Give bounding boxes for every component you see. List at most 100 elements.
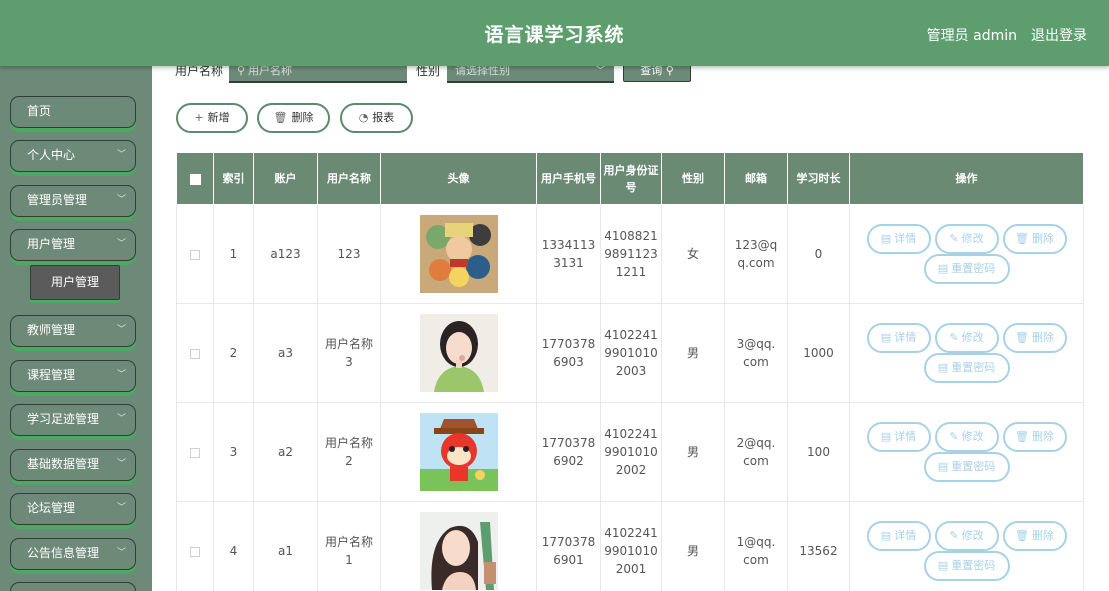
sidebar-item-label: 论坛管理 [27, 501, 76, 515]
cell-avatar [380, 204, 537, 304]
cell-username: 用户名称 2 [317, 402, 381, 502]
cell-idcard: 4102241 9901010 2003 [600, 303, 662, 403]
sidebar-item-admin-management[interactable]: 管理员管理 ﹀ [10, 185, 136, 217]
cell-index: 2 [213, 303, 254, 403]
table-row: 2 a3 用户名称 3 1770378 6903 4102241 9901010 200… [176, 303, 1084, 403]
sidebar-item-label: 个人中心 [27, 148, 76, 162]
delete-button[interactable]: 🗑 删除 [1002, 521, 1067, 551]
reset-password-label: 重置密码 [951, 262, 996, 275]
row-checkbox[interactable] [190, 249, 200, 260]
cell-idcard: 4108821 9891123 1211 [600, 204, 662, 304]
sidebar: 首页 个人中心 ﹀ 管理员管理 ﹀ 用户管理 ﹀ 用户管理 教师管理 ﹀ 课程管理 ﹀ 学… [0, 66, 152, 591]
sidebar-item-notice[interactable]: 公告信息管理 ﹀ [10, 538, 136, 570]
cell-phone: 1334113 3131 [536, 204, 601, 304]
delete-button[interactable]: 🗑 删除 [1002, 323, 1067, 353]
cell-account: a1 [253, 501, 318, 591]
delete-label: 删除 [1031, 331, 1054, 344]
cell-index: 4 [213, 501, 254, 591]
cell-email: 3@qq. com [724, 303, 788, 403]
sidebar-item-label: 公告信息管理 [27, 546, 100, 560]
column-header-email: 邮箱 [724, 152, 788, 205]
edit-label: 修改 [961, 232, 984, 245]
logout-link[interactable]: 退出登录 [1031, 25, 1087, 45]
chevron-down-icon: ﹀ [116, 195, 126, 205]
detail-button[interactable]: ▤ 详情 [866, 224, 931, 254]
sidebar-item-label: 管理员管理 [27, 193, 88, 207]
chevron-down-icon: ﹀ [116, 239, 126, 249]
detail-button[interactable]: ▤ 详情 [866, 422, 931, 452]
chevron-down-icon: ﹀ [116, 325, 126, 335]
delete-label: 删除 [291, 111, 314, 124]
edit-button[interactable]: ✎ 修改 [934, 422, 999, 452]
row-select-cell[interactable] [176, 402, 214, 502]
sidebar-item-course-management[interactable]: 课程管理 ﹀ [10, 360, 136, 392]
add-button[interactable]: + 新增 [176, 103, 248, 133]
sidebar-item-study-trace[interactable]: 学习足迹管理 ﹀ [10, 404, 136, 436]
detail-label: 详情 [894, 232, 917, 245]
edit-label: 修改 [961, 331, 984, 344]
sidebar-item-forum[interactable]: 论坛管理 ﹀ [10, 493, 136, 525]
row-select-cell[interactable] [176, 204, 214, 304]
cell-phone: 1770378 6901 [536, 501, 601, 591]
sidebar-item-label: 基础数据管理 [27, 457, 100, 471]
row-checkbox[interactable] [190, 348, 200, 359]
edit-label: 修改 [961, 529, 984, 542]
sidebar-item-more[interactable] [10, 582, 136, 591]
report-button[interactable]: ◔ 报表 [340, 103, 413, 133]
table-row: 1 a123 123 1334113 3131 4108821 9891123 121… [176, 204, 1084, 304]
cell-account: a123 [253, 204, 318, 304]
select-all-checkbox[interactable] [189, 173, 201, 185]
reset-password-button[interactable]: ▤ 重置密码 [923, 353, 1010, 383]
illustrated-woman-icon [419, 512, 498, 590]
reset-password-button[interactable]: ▤ 重置密码 [923, 551, 1010, 581]
chevron-down-icon: ﹀ [116, 503, 126, 513]
cell-email: 1@qq. com [724, 501, 788, 591]
document-icon: ▤ [880, 331, 892, 344]
cell-idcard: 4102241 9901010 2001 [600, 501, 662, 591]
detail-label: 详情 [894, 331, 917, 344]
detail-button[interactable]: ▤ 详情 [866, 521, 931, 551]
edit-button[interactable]: ✎ 修改 [934, 521, 999, 551]
sidebar-item-label: 首页 [27, 104, 52, 118]
column-header-gender: 性别 [661, 152, 725, 205]
row-select-cell[interactable] [176, 501, 214, 591]
sidebar-item-personal-center[interactable]: 个人中心 ﹀ [10, 140, 136, 172]
pencil-icon: ✎ [949, 529, 959, 542]
document-icon: ▤ [937, 460, 949, 473]
chevron-down-icon: ﹀ [116, 370, 126, 380]
row-select-cell[interactable] [176, 303, 214, 403]
cell-duration: 0 [787, 204, 850, 304]
delete-button[interactable]: 🗑 删除 [1002, 422, 1067, 452]
reset-password-button[interactable]: ▤ 重置密码 [923, 452, 1010, 482]
row-checkbox[interactable] [190, 447, 200, 458]
reset-password-button[interactable]: ▤ 重置密码 [923, 254, 1010, 284]
edit-label: 修改 [961, 430, 984, 443]
sidebar-item-home[interactable]: 首页 [10, 96, 136, 128]
column-header-phone: 用户手机号 [536, 152, 601, 205]
chevron-down-icon: ﹀ [116, 414, 126, 424]
detail-button[interactable]: ▤ 详情 [866, 323, 931, 353]
sidebar-item-base-data[interactable]: 基础数据管理 ﹀ [10, 449, 136, 481]
edit-button[interactable]: ✎ 修改 [934, 323, 999, 353]
add-label: 新增 [207, 111, 230, 124]
cell-index: 1 [213, 204, 254, 304]
current-user-label: 管理员 admin [926, 28, 1017, 44]
batch-delete-button[interactable]: 🗑 删除 [257, 103, 330, 133]
cell-username: 123 [317, 204, 381, 304]
sidebar-subitem-user-management[interactable]: 用户管理 [30, 265, 120, 300]
pie-chart-icon: ◔ [358, 111, 369, 124]
trash-icon: 🗑 [273, 111, 288, 124]
delete-label: 删除 [1031, 430, 1054, 443]
edit-button[interactable]: ✎ 修改 [934, 224, 999, 254]
select-all-cell[interactable] [176, 152, 214, 205]
delete-button[interactable]: 🗑 删除 [1002, 224, 1067, 254]
document-icon: ▤ [880, 430, 892, 443]
document-icon: ▤ [937, 262, 949, 275]
sidebar-item-teacher-management[interactable]: 教师管理 ﹀ [10, 315, 136, 347]
cell-avatar [380, 501, 537, 591]
sidebar-item-label: 教师管理 [27, 323, 76, 337]
row-checkbox[interactable] [190, 546, 200, 557]
sidebar-item-user-management[interactable]: 用户管理 ﹀ [10, 229, 136, 261]
cell-phone: 1770378 6902 [536, 402, 601, 502]
reset-password-label: 重置密码 [951, 559, 996, 572]
